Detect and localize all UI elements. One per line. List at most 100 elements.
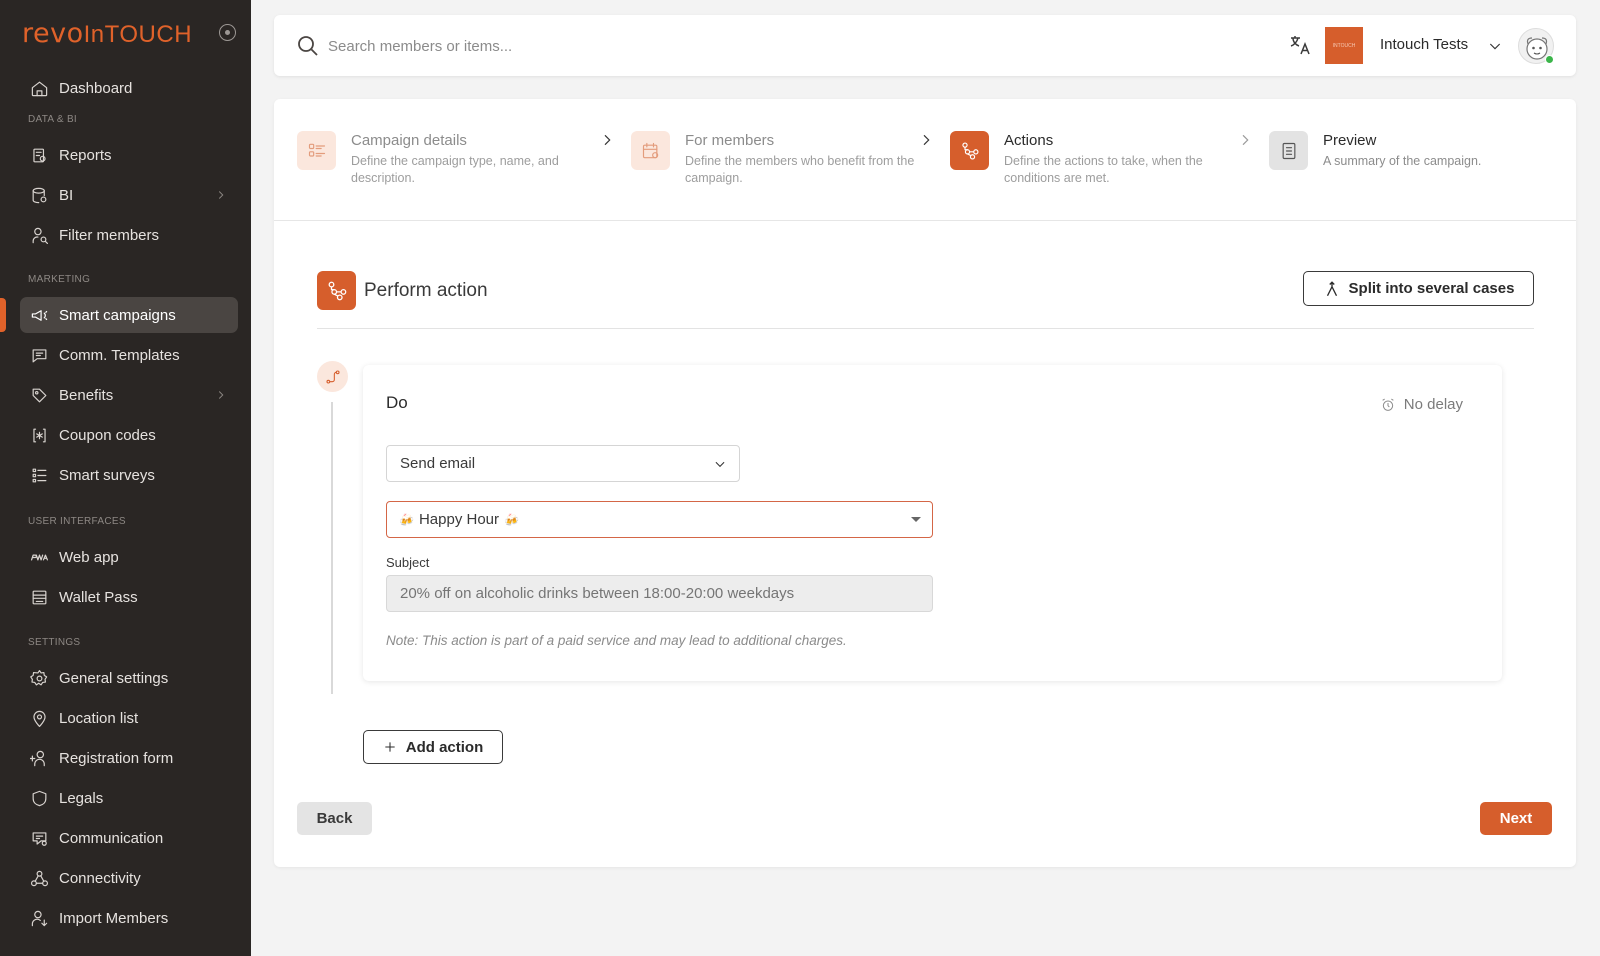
- org-name[interactable]: Intouch Tests: [1380, 36, 1468, 53]
- campaign-editor: Campaign details Define the campaign typ…: [274, 99, 1576, 867]
- online-status-dot: [1545, 55, 1554, 64]
- paid-service-note: Note: This action is part of a paid serv…: [386, 633, 847, 648]
- action-type-select[interactable]: Send email: [386, 445, 740, 482]
- message-icon: [29, 345, 49, 365]
- sidebar-item-reports[interactable]: Reports: [20, 137, 238, 173]
- sidebar-item-web-app[interactable]: Web app: [20, 539, 238, 575]
- subject-input[interactable]: [386, 575, 933, 612]
- sidebar-item-legals[interactable]: Legals: [20, 780, 238, 816]
- user-search-icon: [29, 225, 49, 245]
- step-description: Define the campaign type, name, and desc…: [351, 154, 559, 185]
- sidebar-item-label: Dashboard: [59, 79, 133, 97]
- sidebar-item-label: Smart surveys: [59, 466, 155, 484]
- sidebar-item-registration-form[interactable]: Registration form: [20, 740, 238, 776]
- sidebar-item-smart-surveys[interactable]: Smart surveys: [20, 457, 238, 493]
- sidebar-item-filter-members[interactable]: Filter members: [20, 217, 238, 253]
- step-for-members[interactable]: For members Define the members who benef…: [631, 131, 931, 201]
- sidebar-item-label: Smart campaigns: [59, 306, 176, 324]
- action-card: Do No delay Send email 🍻 Happy Hour 🍻 Su…: [363, 365, 1502, 681]
- sidebar-item-general-settings[interactable]: General settings: [20, 660, 238, 696]
- sidebar-item-label: Benefits: [59, 386, 114, 404]
- sidebar-item-comm-templates[interactable]: Comm. Templates: [20, 337, 238, 373]
- sidebar-item-location-list[interactable]: Location list: [20, 700, 238, 736]
- brand-logo-part1: revo: [22, 17, 84, 49]
- coupon-icon: [29, 425, 49, 445]
- caret-down-icon: [911, 517, 921, 522]
- sidebar-item-import-members[interactable]: Import Members: [20, 900, 238, 936]
- step-title: Campaign details: [351, 132, 467, 149]
- list-icon: [29, 465, 49, 485]
- sidebar-item-dashboard[interactable]: Dashboard: [20, 70, 238, 106]
- chevron-right-icon: [214, 388, 228, 402]
- section-label-settings: SETTINGS: [28, 637, 81, 648]
- add-action-button[interactable]: Add action: [363, 730, 503, 764]
- megaphone-icon: [29, 305, 49, 325]
- brand-logo-part2: InTOUCH: [83, 20, 193, 48]
- search-icon: [296, 34, 320, 58]
- sidebar-item-benefits[interactable]: Benefits: [20, 377, 238, 413]
- wallet-icon: [29, 587, 49, 607]
- next-button[interactable]: Next: [1480, 802, 1552, 835]
- chevron-right-icon: [214, 188, 228, 202]
- step-description: A summary of the campaign.: [1323, 154, 1482, 168]
- perform-action-header: Perform action Split into several cases: [317, 271, 1534, 329]
- add-action-label: Add action: [405, 738, 484, 756]
- delay-label: No delay: [1403, 396, 1463, 413]
- sidebar-item-label: General settings: [59, 669, 169, 687]
- beer-emoji-icon: 🍻: [504, 512, 519, 527]
- sidebar-item-wallet-pass[interactable]: Wallet Pass: [20, 579, 238, 615]
- sidebar-item-communication[interactable]: Communication: [20, 820, 238, 856]
- report-icon: [29, 145, 49, 165]
- step-description: Define the members who benefit from the …: [685, 154, 915, 185]
- search-input[interactable]: [328, 33, 928, 59]
- step-campaign-details[interactable]: Campaign details Define the campaign typ…: [297, 131, 597, 201]
- active-indicator: [0, 298, 6, 332]
- step-title: Actions: [1004, 132, 1054, 149]
- back-button[interactable]: Back: [297, 802, 372, 835]
- step-actions[interactable]: Actions Define the actions to take, when…: [950, 131, 1250, 201]
- section-label-user-interfaces: USER INTERFACES: [28, 516, 126, 527]
- sidebar-item-label: Comm. Templates: [59, 346, 180, 364]
- chevron-right-icon: [1237, 132, 1253, 148]
- document-icon: [1269, 131, 1308, 170]
- actions-icon: [950, 131, 989, 170]
- pwa-icon: [29, 547, 49, 567]
- brand-logo[interactable]: revoInTOUCH: [22, 17, 193, 49]
- sidebar-collapse-icon[interactable]: [219, 24, 236, 41]
- split-cases-button[interactable]: Split into several cases: [1303, 271, 1534, 306]
- plus-icon: [385, 742, 395, 752]
- sidebar-item-label: Legals: [59, 789, 104, 807]
- sidebar: revoInTOUCH Dashboard DATA & BI Reports …: [0, 0, 251, 956]
- timeline-line: [331, 402, 333, 694]
- chat-settings-icon: [29, 828, 49, 848]
- chevron-right-icon: [918, 132, 934, 148]
- chevron-down-icon[interactable]: [1487, 38, 1503, 54]
- sidebar-item-label: Web app: [59, 548, 119, 566]
- pin-icon: [29, 708, 49, 728]
- sidebar-item-connectivity[interactable]: Connectivity: [20, 860, 238, 896]
- list-details-icon: [297, 131, 336, 170]
- section-title: Perform action: [364, 280, 488, 301]
- translate-icon[interactable]: [1288, 33, 1312, 57]
- template-value: Happy Hour: [418, 511, 499, 528]
- template-select[interactable]: 🍻 Happy Hour 🍻: [386, 501, 933, 538]
- step-preview[interactable]: Preview A summary of the campaign.: [1269, 131, 1569, 201]
- section-label-marketing: MARKETING: [28, 274, 91, 285]
- sidebar-item-coupon-codes[interactable]: Coupon codes: [20, 417, 238, 453]
- chevron-right-icon: [599, 132, 615, 148]
- split-cases-label: Split into several cases: [1348, 280, 1515, 297]
- do-label: Do: [386, 393, 408, 412]
- connectivity-icon: [29, 868, 49, 888]
- stepper: Campaign details Define the campaign typ…: [274, 99, 1576, 221]
- section-label-data-bi: DATA & BI: [28, 114, 78, 125]
- sidebar-item-smart-campaigns[interactable]: Smart campaigns: [20, 297, 238, 333]
- database-icon: [29, 185, 49, 205]
- sidebar-item-bi[interactable]: BI: [20, 177, 238, 213]
- org-logo: INTOUCH: [1325, 27, 1363, 64]
- beer-emoji-icon: 🍻: [399, 512, 414, 527]
- tag-icon: [29, 385, 49, 405]
- delay-setting[interactable]: No delay: [1380, 396, 1463, 413]
- calendar-icon: [631, 131, 670, 170]
- action-type-value: Send email: [400, 455, 476, 472]
- chevron-down-icon: [713, 457, 727, 471]
